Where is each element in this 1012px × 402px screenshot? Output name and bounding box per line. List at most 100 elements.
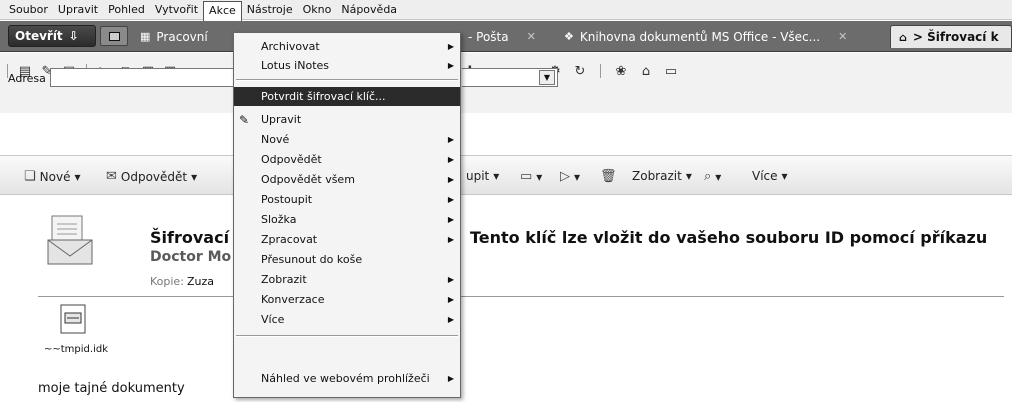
more-button[interactable]: Více ▾	[752, 169, 788, 183]
reply-button[interactable]: ✉ Odpovědět ▾	[106, 169, 197, 184]
menu-item-zpracovat[interactable]: Zpracovat ▶	[234, 230, 460, 249]
window-icon	[108, 31, 120, 41]
submenu-arrow-icon: ▶	[447, 61, 454, 70]
menu-item-label: Odpovědět	[261, 153, 322, 166]
address-label: Adresa	[8, 72, 46, 85]
view-label: Zobrazit	[632, 169, 682, 183]
menu-item-vice[interactable]: Více ▶	[234, 310, 460, 329]
forward-button[interactable]: upit ▾	[466, 169, 499, 183]
menu-item-archivovat[interactable]: Archivovat ▶	[234, 37, 460, 56]
trash-icon: 🗑	[600, 169, 617, 184]
folder-icon: ▭	[520, 169, 533, 184]
new-button[interactable]: ❏ Nové ▾	[24, 169, 81, 184]
menu-item-label: Zpracovat	[261, 233, 318, 246]
menu-item-potvrdit-sifrovaci-klic[interactable]: Potvrdit šifrovací klíč...	[234, 87, 460, 106]
tab-knihovna[interactable]: ❖ Knihovna dokumentů MS Office - Všec...…	[556, 25, 896, 48]
tab-label: Knihovna dokumentů MS Office - Všec...	[579, 29, 821, 44]
edit-icon: ✎	[239, 112, 250, 127]
open-button[interactable]: Otevřít ⇩	[8, 25, 96, 47]
tab-bar: Otevřít ⇩ ▦ Pracovní - Pošta ✕ ❖ Knihovn…	[0, 21, 1012, 52]
chevron-down-icon: ▾	[781, 169, 788, 183]
chevron-down-icon: ▾	[536, 169, 543, 184]
menu-item-konverzace[interactable]: Konverzace ▶	[234, 290, 460, 309]
tab-posta[interactable]: - Pošta ✕	[460, 25, 552, 48]
menu-nastroje[interactable]: Nástroje	[242, 1, 298, 19]
chevron-down-icon: ▾	[74, 169, 81, 184]
menu-item-odpovedet-vsem[interactable]: Odpovědět všem ▶	[234, 170, 460, 189]
submenu-arrow-icon: ▶	[447, 155, 454, 164]
chevron-down-icon: ▾	[715, 169, 722, 184]
window-icon[interactable]: ▭	[663, 63, 679, 79]
search-icon: ⌕	[704, 169, 712, 184]
submenu-arrow-icon: ▶	[447, 235, 454, 244]
menu-item-label: Potvrdit šifrovací klíč...	[261, 90, 386, 103]
submenu-arrow-icon: ▶	[447, 42, 454, 51]
menu-item-label: Upravit	[261, 113, 302, 126]
menu-pohled[interactable]: Pohled	[103, 1, 150, 19]
document-sender: Doctor Mo	[150, 249, 232, 265]
attachment-name[interactable]: ~~tmpid.idk	[44, 344, 108, 355]
menu-upravit[interactable]: Upravit	[53, 1, 103, 19]
address-input[interactable]	[50, 68, 240, 87]
flag-button[interactable]: ▷ ▾	[560, 169, 580, 184]
close-icon[interactable]: ✕	[838, 30, 847, 43]
menu-item-label: Přesunout do koše	[261, 253, 363, 266]
tab-label: > Šifrovací k	[912, 30, 999, 44]
menu-item-zobrazit[interactable]: Zobrazit ▶	[234, 270, 460, 289]
submenu-arrow-icon: ▶	[447, 195, 454, 204]
submenu-arrow-icon: ▶	[447, 374, 454, 383]
trash-button[interactable]: 🗑	[600, 169, 617, 184]
folder-button[interactable]: ▭ ▾	[520, 169, 542, 184]
submenu-arrow-icon: ▶	[447, 275, 454, 284]
calendar-icon: ▦	[140, 30, 151, 43]
menu-item-lotus-inotes[interactable]: Lotus iNotes ▶	[234, 56, 460, 75]
library-icon: ❖	[564, 30, 574, 43]
refresh-icon[interactable]: ↻	[572, 63, 588, 79]
address-dropdown-button[interactable]: ▼	[539, 70, 555, 85]
menu-soubor[interactable]: Soubor	[4, 1, 53, 19]
menu-item-presunout-do-kose[interactable]: Přesunout do koše	[234, 250, 460, 269]
submenu-arrow-icon: ▶	[447, 295, 454, 304]
menu-vytvorit[interactable]: Vytvořit	[150, 1, 203, 19]
menu-item-label: Zobrazit	[261, 273, 307, 286]
tab-label: Pracovní	[156, 29, 208, 44]
cc-value: Zuza	[187, 275, 215, 288]
menu-item-label: Náhled ve webovém prohlížeči	[261, 372, 430, 385]
menu-item-upravit[interactable]: ✎ Upravit	[234, 110, 460, 129]
menu-item-label: Více	[261, 313, 285, 326]
menu-item-nahled-ve-webovem-prohlizeci[interactable]: Náhled ve webovém prohlížeči ▶	[234, 369, 460, 388]
reply-label: Odpovědět	[120, 169, 188, 184]
submenu-arrow-icon: ▶	[447, 315, 454, 324]
show-windows-button[interactable]	[100, 26, 128, 46]
menu-napoveda[interactable]: Nápověda	[336, 1, 402, 19]
view-button[interactable]: Zobrazit ▾	[632, 169, 692, 183]
menu-item-postoupit[interactable]: Postoupit ▶	[234, 190, 460, 209]
menu-akce[interactable]: Akce	[203, 0, 242, 21]
menu-item-label: Složka	[261, 213, 297, 226]
menu-item-odpovedet[interactable]: Odpovědět ▶	[234, 150, 460, 169]
menu-item-label: Odpovědět všem	[261, 173, 355, 186]
toolbar-separator	[600, 64, 601, 78]
submenu-arrow-icon: ▶	[447, 135, 454, 144]
menu-okno[interactable]: Okno	[298, 1, 337, 19]
open-label: Otevřít	[15, 29, 63, 43]
cc-label: Kopie:	[150, 275, 184, 288]
menu-item-label: Nové	[261, 133, 290, 146]
flag-icon: ▷	[560, 169, 570, 184]
menu-item-label: Lotus iNotes	[261, 59, 330, 72]
search-button[interactable]: ⌕ ▾	[704, 169, 721, 184]
attachment-file-icon[interactable]	[60, 304, 86, 334]
divider	[38, 296, 1004, 297]
tab-pracovni[interactable]: ▦ Pracovní	[132, 25, 242, 48]
bookmark-icon[interactable]: ❀	[613, 63, 629, 79]
chevron-down-icon: ▾	[191, 169, 198, 184]
menu-item-nove[interactable]: Nové ▶	[234, 130, 460, 149]
tab-sifrovaci[interactable]: ⌂ > Šifrovací k	[890, 25, 1012, 48]
menu-item-slozka[interactable]: Složka ▶	[234, 210, 460, 229]
menu-item-label: Postoupit	[261, 193, 313, 206]
submenu-arrow-icon: ▶	[447, 215, 454, 224]
home-icon[interactable]: ⌂	[638, 63, 654, 79]
akce-dropdown-menu: Archivovat ▶ Lotus iNotes ▶ Potvrdit šifro…	[233, 32, 461, 398]
close-icon[interactable]: ✕	[527, 30, 536, 43]
document-subject-tail: Tento klíč lze vložit do vašeho souboru …	[470, 228, 988, 247]
